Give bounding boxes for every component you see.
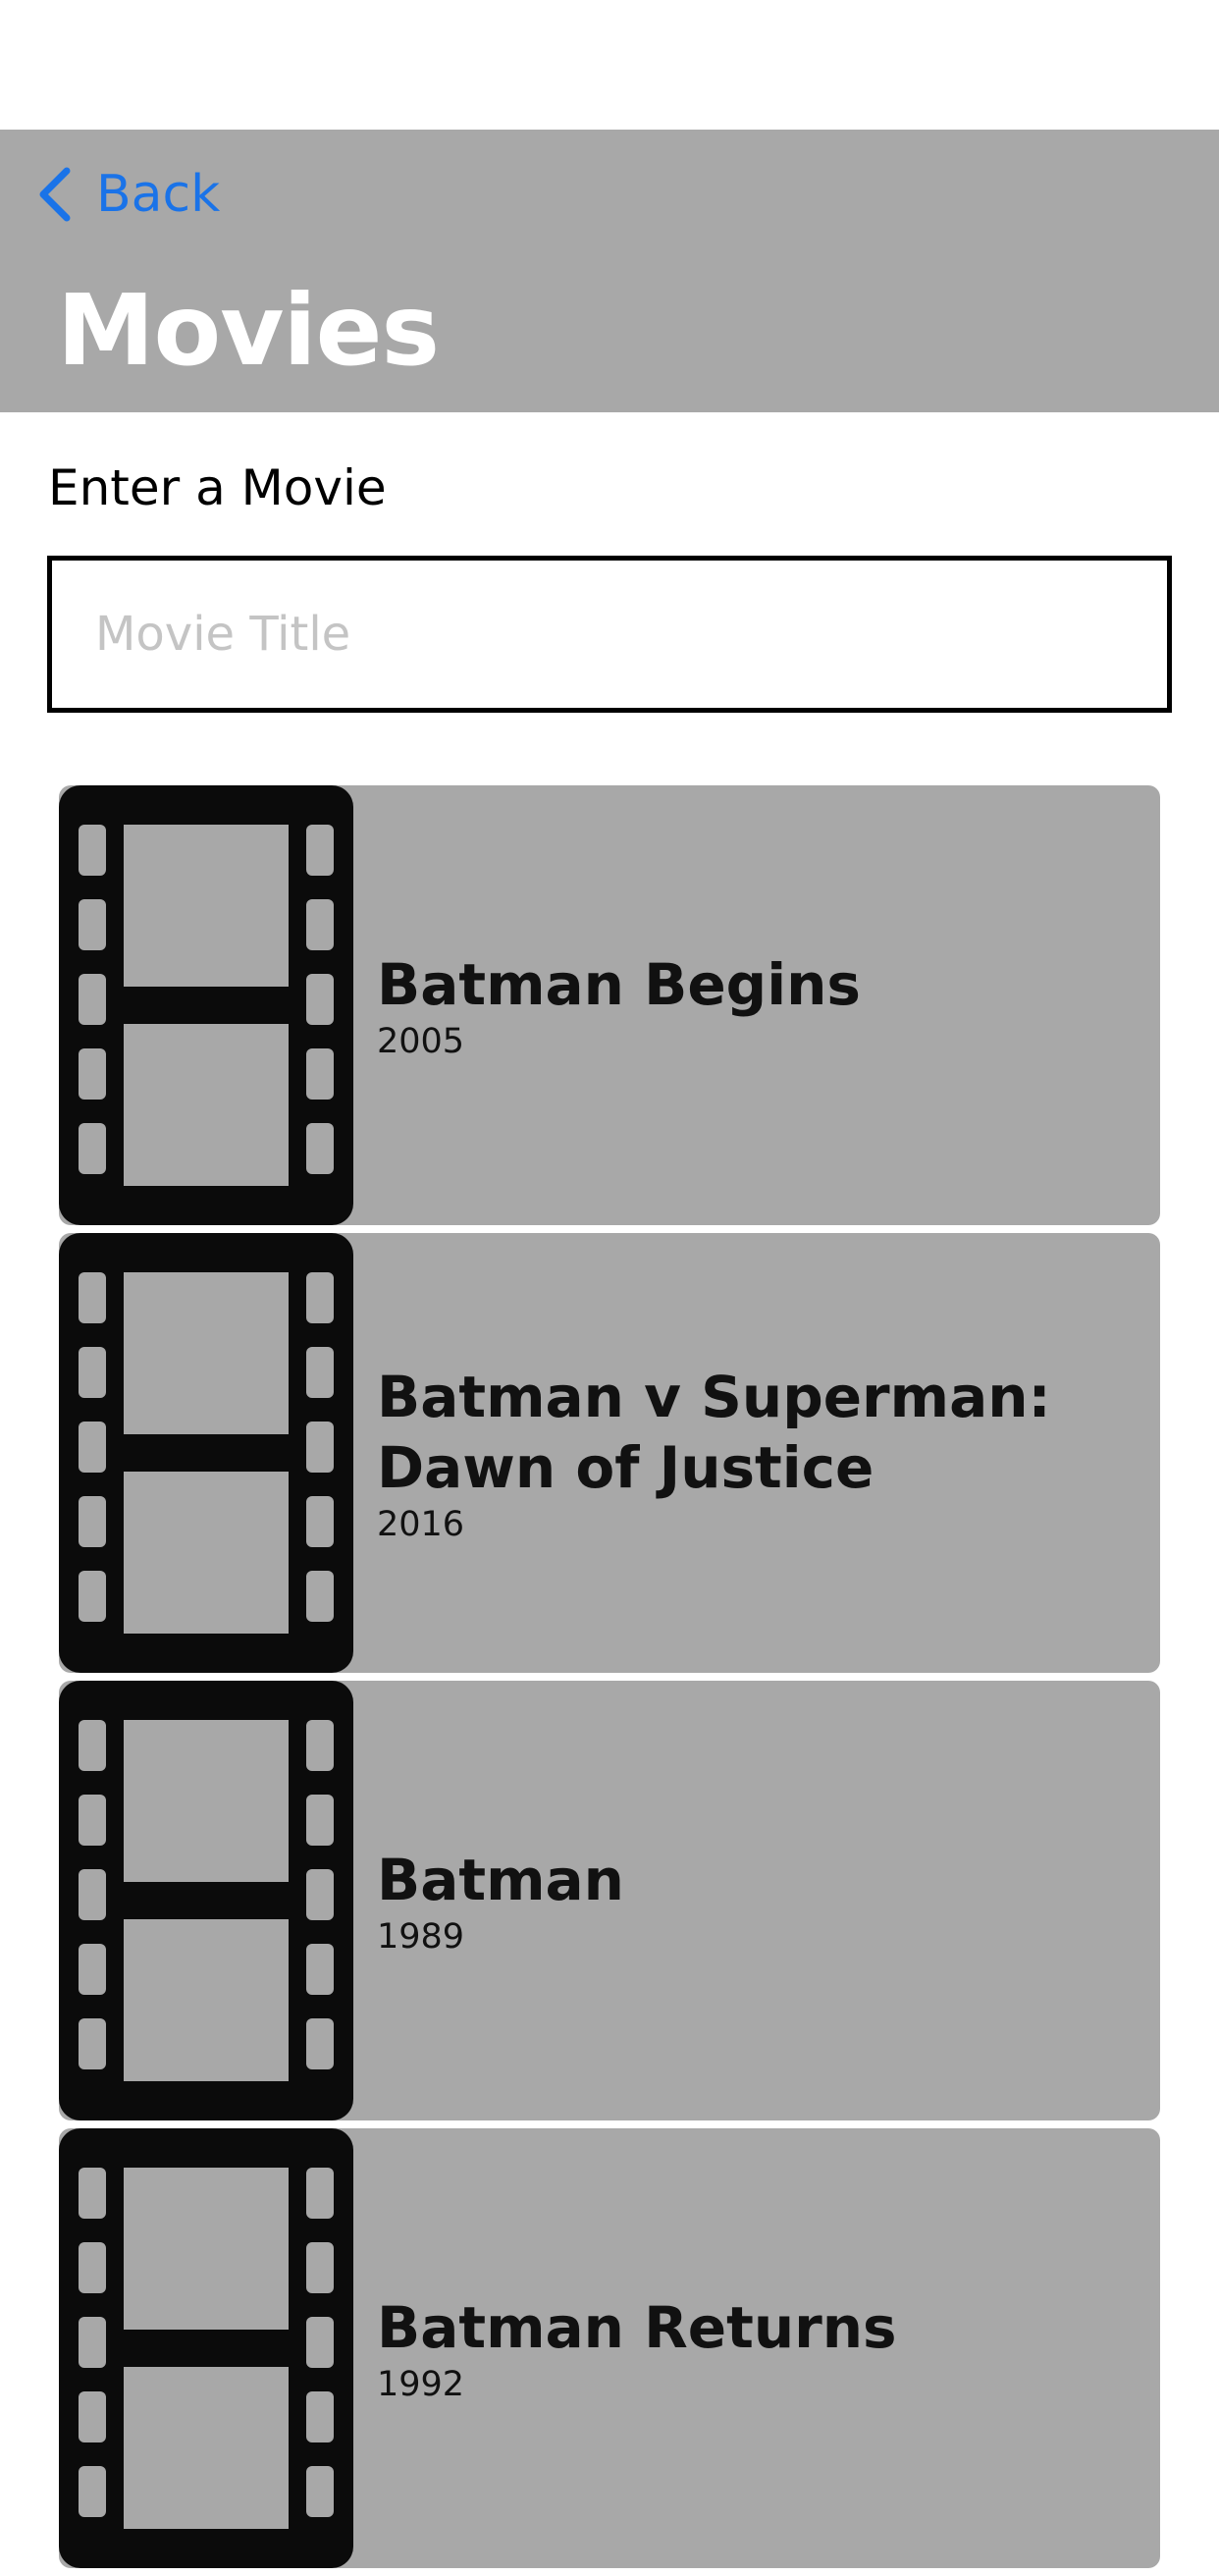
film-strip-icon bbox=[59, 785, 353, 1225]
back-button-label: Back bbox=[96, 165, 221, 224]
movie-title: Batman v Superman: Dawn of Justice bbox=[377, 1364, 1051, 1501]
film-strip-icon bbox=[59, 1233, 353, 1673]
movie-text: Batman 1989 bbox=[377, 1681, 1121, 2120]
movie-row[interactable]: Batman Returns 1992 bbox=[59, 2128, 1160, 2568]
search-field[interactable] bbox=[47, 556, 1172, 713]
movie-text: Batman v Superman: Dawn of Justice 2016 bbox=[377, 1233, 1121, 1673]
film-strip-icon bbox=[59, 1681, 353, 2120]
movie-year: 1989 bbox=[377, 1917, 465, 1957]
movie-row[interactable]: Batman 1989 bbox=[59, 1681, 1160, 2120]
movie-list: Batman Begins 2005 Batman v Superman: Da… bbox=[59, 785, 1160, 2576]
movie-text: Batman Returns 1992 bbox=[377, 2128, 1121, 2568]
movie-row[interactable]: Batman Begins 2005 bbox=[59, 785, 1160, 1225]
back-button[interactable]: Back bbox=[35, 157, 220, 232]
movie-title-input[interactable] bbox=[52, 561, 1167, 708]
movie-title: Batman Returns bbox=[377, 2294, 897, 2361]
page-title: Movies bbox=[57, 273, 440, 388]
status-bar bbox=[0, 0, 1219, 130]
movie-title: Batman Begins bbox=[377, 951, 861, 1018]
movie-year: 1992 bbox=[377, 2365, 465, 2404]
movie-title: Batman bbox=[377, 1847, 624, 1913]
movie-year: 2016 bbox=[377, 1505, 465, 1544]
movie-year: 2005 bbox=[377, 1022, 465, 1061]
movie-text: Batman Begins 2005 bbox=[377, 785, 1121, 1225]
film-strip-icon bbox=[59, 2128, 353, 2568]
movie-row[interactable]: Batman v Superman: Dawn of Justice 2016 bbox=[59, 1233, 1160, 1673]
chevron-left-icon bbox=[39, 167, 71, 222]
search-label: Enter a Movie bbox=[48, 459, 387, 516]
